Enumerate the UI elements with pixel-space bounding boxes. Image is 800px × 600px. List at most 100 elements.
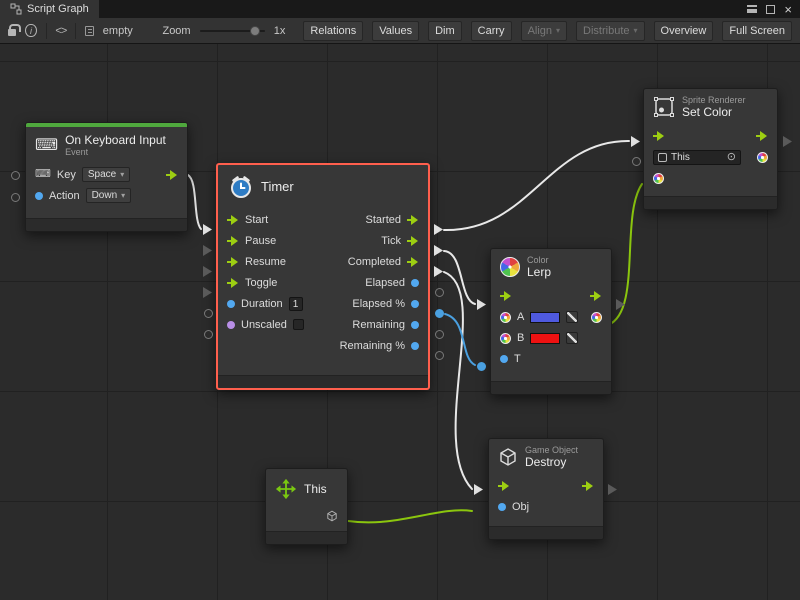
trigger-out-port[interactable] bbox=[166, 170, 178, 180]
timer-elapsed-pct-port[interactable] bbox=[435, 309, 444, 318]
lerp-t-port[interactable] bbox=[477, 362, 486, 371]
setcolor-flow-in-port[interactable] bbox=[631, 136, 640, 147]
destroy-obj-row: Obj bbox=[489, 497, 603, 518]
completed-out-port[interactable] bbox=[407, 257, 419, 267]
destroy-in-port[interactable] bbox=[498, 481, 510, 491]
color-port-icon[interactable] bbox=[500, 333, 511, 344]
resume-in-port[interactable] bbox=[227, 257, 239, 267]
node-title: Lerp bbox=[527, 265, 551, 279]
lock-icon[interactable] bbox=[8, 29, 16, 36]
node-category: Sprite Renderer bbox=[682, 95, 746, 105]
destroy-flow-out-port[interactable] bbox=[608, 484, 617, 495]
duration-input[interactable]: 1 bbox=[289, 297, 303, 311]
action-dropdown[interactable]: Down ▾ bbox=[86, 188, 132, 203]
eyedropper-icon[interactable] bbox=[566, 332, 578, 344]
eyedropper-icon[interactable] bbox=[566, 311, 578, 323]
tick-out-port[interactable] bbox=[407, 236, 419, 246]
key-dropdown[interactable]: Space ▾ bbox=[82, 167, 130, 182]
timer-pause-port[interactable] bbox=[203, 245, 212, 256]
lerp-out-port[interactable] bbox=[590, 291, 602, 301]
maximize-icon[interactable] bbox=[766, 5, 775, 14]
timer-start-port[interactable] bbox=[203, 224, 212, 235]
setcolor-target-row: This ⊙ bbox=[644, 147, 777, 168]
graph-canvas[interactable]: ⌨ On Keyboard Input Event ⌨ Key Space ▾ … bbox=[0, 44, 800, 600]
duration-in-port[interactable] bbox=[227, 300, 235, 308]
timer-toggle-port[interactable] bbox=[203, 287, 212, 298]
wire-started-to-setcolor bbox=[444, 141, 629, 230]
unscaled-in-port[interactable] bbox=[227, 321, 235, 329]
node-on-keyboard-input[interactable]: ⌨ On Keyboard Input Event ⌨ Key Space ▾ … bbox=[25, 122, 188, 232]
timer-resume-port[interactable] bbox=[203, 266, 212, 277]
timer-row-2: Pause Tick bbox=[218, 230, 428, 251]
destroy-flow-in-port[interactable] bbox=[474, 484, 483, 495]
tab-script-graph[interactable]: Script Graph bbox=[0, 0, 99, 18]
node-title: This bbox=[304, 482, 327, 496]
node-destroy[interactable]: Game Object Destroy Obj bbox=[488, 438, 604, 540]
relations-button[interactable]: Relations bbox=[303, 21, 363, 41]
start-in-port[interactable] bbox=[227, 215, 239, 225]
node-header: ⌨ On Keyboard Input Event bbox=[26, 127, 187, 164]
zoom-slider-handle[interactable] bbox=[250, 26, 260, 36]
color-in-port[interactable] bbox=[653, 173, 664, 184]
fullscreen-button[interactable]: Full Screen bbox=[722, 21, 792, 41]
b-color-swatch[interactable] bbox=[530, 333, 560, 344]
obj-in-port[interactable] bbox=[498, 503, 506, 511]
action-port-icon bbox=[35, 192, 43, 200]
duration-label: Duration bbox=[241, 298, 283, 310]
started-label: Started bbox=[366, 214, 401, 226]
object-picker-icon[interactable]: ⊙ bbox=[727, 152, 736, 163]
node-set-color[interactable]: Sprite Renderer Set Color This ⊙ bbox=[643, 88, 778, 210]
elapsed-out-port[interactable] bbox=[411, 279, 419, 287]
lerp-result-out-port[interactable] bbox=[591, 312, 602, 323]
keycode-icon: ⌨ bbox=[35, 169, 51, 180]
setcolor-flow-out-port[interactable] bbox=[783, 136, 792, 147]
graph-asset-icon bbox=[85, 26, 94, 36]
dim-button[interactable]: Dim bbox=[428, 21, 462, 41]
destroy-out-port[interactable] bbox=[582, 481, 594, 491]
lerp-flow-in-port[interactable] bbox=[477, 299, 486, 310]
info-icon[interactable]: i bbox=[25, 24, 36, 37]
node-timer[interactable]: Timer Start Started Pause Tick Resume Co… bbox=[216, 163, 430, 390]
this-out-port[interactable] bbox=[326, 510, 338, 522]
unscaled-checkbox[interactable] bbox=[293, 319, 304, 330]
node-color-lerp[interactable]: Color Lerp A B T bbox=[490, 248, 612, 395]
timer-tick-port[interactable] bbox=[434, 245, 443, 256]
color-out-port[interactable] bbox=[757, 152, 768, 163]
setcolor-out-port[interactable] bbox=[756, 131, 768, 141]
toggle-in-port[interactable] bbox=[227, 278, 239, 288]
zoom-slider[interactable] bbox=[200, 30, 265, 32]
move-cross-icon bbox=[275, 478, 297, 500]
node-this[interactable]: This bbox=[265, 468, 348, 545]
values-button[interactable]: Values bbox=[372, 21, 419, 41]
lerp-flow-out-port[interactable] bbox=[616, 299, 625, 310]
timer-started-port[interactable] bbox=[434, 224, 443, 235]
timer-remaining-pct-port[interactable] bbox=[435, 351, 444, 360]
setcolor-in-port[interactable] bbox=[653, 131, 665, 141]
carry-button[interactable]: Carry bbox=[471, 21, 512, 41]
remaining-pct-out-port[interactable] bbox=[411, 342, 419, 350]
timer-elapsed-port[interactable] bbox=[435, 288, 444, 297]
overview-button[interactable]: Overview bbox=[654, 21, 714, 41]
color-port-icon[interactable] bbox=[500, 312, 511, 323]
remaining-out-port[interactable] bbox=[411, 321, 419, 329]
close-icon[interactable]: × bbox=[784, 3, 792, 16]
t-in-port[interactable] bbox=[500, 355, 508, 363]
distribute-button[interactable]: Distribute ▾ bbox=[576, 21, 644, 41]
align-button[interactable]: Align ▾ bbox=[521, 21, 567, 41]
keyboard-action-port[interactable] bbox=[11, 193, 20, 202]
code-view-icon[interactable]: <> bbox=[55, 25, 66, 37]
timer-row-3: Resume Completed bbox=[218, 251, 428, 272]
target-object-field[interactable]: This ⊙ bbox=[653, 150, 741, 165]
lerp-in-port[interactable] bbox=[500, 291, 512, 301]
timer-remaining-port[interactable] bbox=[435, 330, 444, 339]
menu-icon[interactable] bbox=[747, 5, 757, 13]
a-color-swatch[interactable] bbox=[530, 312, 560, 323]
setcolor-target-port[interactable] bbox=[632, 157, 641, 166]
timer-duration-port[interactable] bbox=[204, 309, 213, 318]
pause-in-port[interactable] bbox=[227, 236, 239, 246]
keyboard-key-port[interactable] bbox=[11, 171, 20, 180]
timer-unscaled-port[interactable] bbox=[204, 330, 213, 339]
started-out-port[interactable] bbox=[407, 215, 419, 225]
timer-completed-port[interactable] bbox=[434, 266, 443, 277]
elapsed-pct-out-port[interactable] bbox=[411, 300, 419, 308]
